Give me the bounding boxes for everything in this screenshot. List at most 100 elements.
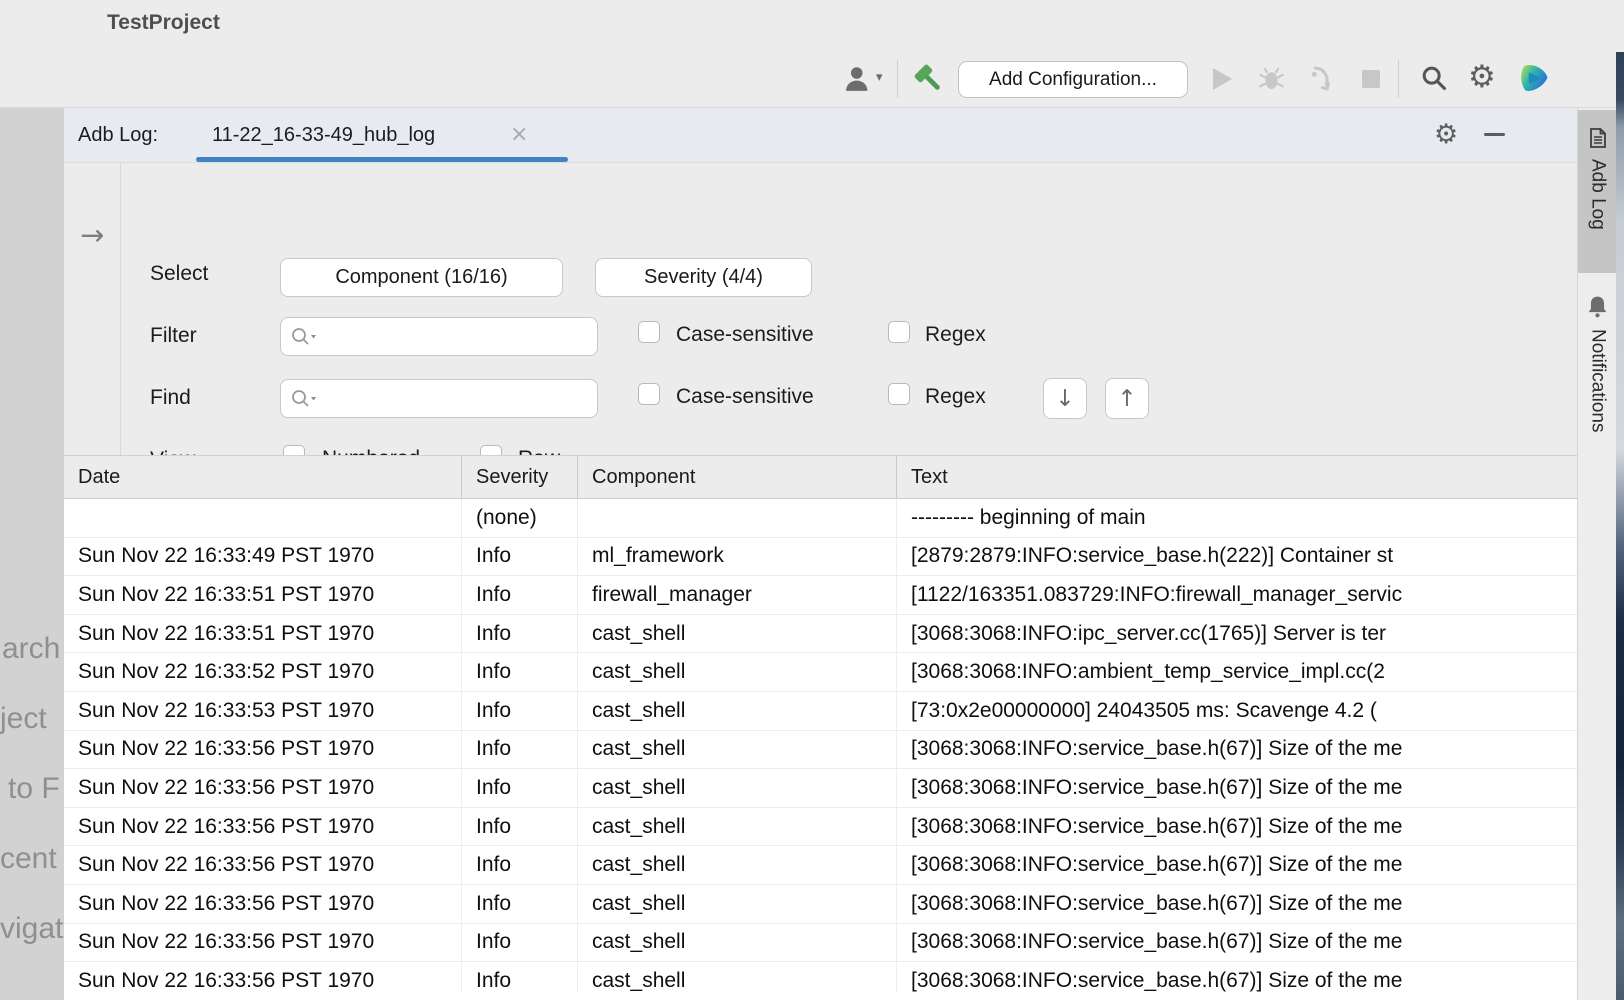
- log-severity-cell: Info: [462, 615, 578, 653]
- table-row[interactable]: Sun Nov 22 16:33:53 PST 1970 Info cast_s…: [64, 692, 1577, 731]
- log-file-tab[interactable]: 11-22_16-33-49_hub_log: [212, 108, 435, 163]
- log-date-cell: Sun Nov 22 16:33:56 PST 1970: [64, 885, 462, 923]
- table-row[interactable]: Sun Nov 22 16:33:56 PST 1970 Info cast_s…: [64, 924, 1577, 963]
- stop-icon[interactable]: [1362, 70, 1380, 88]
- column-header-severity[interactable]: Severity: [462, 456, 578, 498]
- log-component-cell: cast_shell: [578, 846, 897, 884]
- title-bar: TestProject ▾ Add Configuration...: [0, 0, 1624, 108]
- log-text-cell: [3068:3068:INFO:ipc_server.cc(1765)] Ser…: [897, 615, 1577, 653]
- log-date-cell: Sun Nov 22 16:33:56 PST 1970: [64, 731, 462, 769]
- gutter-divider: [120, 163, 121, 455]
- run-icon[interactable]: [1213, 68, 1232, 90]
- log-component-cell: cast_shell: [578, 885, 897, 923]
- log-severity-cell: Info: [462, 731, 578, 769]
- filter-case-sensitive-checkbox[interactable]: [638, 321, 660, 343]
- log-severity-cell: Info: [462, 538, 578, 576]
- column-header-text[interactable]: Text: [897, 456, 1577, 498]
- find-label: Find: [150, 386, 191, 410]
- filter-regex-label: Regex: [925, 323, 986, 347]
- find-previous-button[interactable]: ↑: [1105, 378, 1149, 419]
- desktop-wallpaper-sliver: [1616, 52, 1624, 1000]
- tab-close-icon[interactable]: ×: [510, 108, 528, 161]
- filter-regex-checkbox[interactable]: [888, 321, 910, 343]
- log-date-cell: [64, 499, 462, 537]
- background-text-fragment: cent: [0, 842, 57, 876]
- table-row[interactable]: Sun Nov 22 16:33:56 PST 1970 Info cast_s…: [64, 846, 1577, 885]
- log-date-cell: Sun Nov 22 16:33:49 PST 1970: [64, 538, 462, 576]
- search-icon[interactable]: [1419, 63, 1449, 93]
- component-filter-button[interactable]: Component (16/16): [280, 258, 563, 297]
- log-date-cell: Sun Nov 22 16:33:56 PST 1970: [64, 808, 462, 846]
- log-severity-cell: Info: [462, 962, 578, 992]
- log-component-cell: cast_shell: [578, 808, 897, 846]
- table-row[interactable]: Sun Nov 22 16:33:51 PST 1970 Info firewa…: [64, 576, 1577, 615]
- add-configuration-button[interactable]: Add Configuration...: [958, 61, 1188, 98]
- table-row[interactable]: Sun Nov 22 16:33:49 PST 1970 Info ml_fra…: [64, 538, 1577, 577]
- log-severity-cell: Info: [462, 653, 578, 691]
- background-text-fragment: vigat: [0, 912, 63, 946]
- log-text-cell: [3068:3068:INFO:service_base.h(67)] Size…: [897, 885, 1577, 923]
- background-text-fragment: to F: [8, 772, 60, 806]
- hide-tool-window-icon[interactable]: [1484, 133, 1505, 136]
- tool-window-title: Adb Log:: [78, 108, 158, 163]
- log-component-cell: [578, 499, 897, 537]
- log-table-body: (none) --------- beginning of main Sun N…: [64, 499, 1577, 992]
- search-magnifier-icon: [290, 388, 322, 410]
- log-severity-cell: Info: [462, 692, 578, 730]
- table-row[interactable]: Sun Nov 22 16:33:56 PST 1970 Info cast_s…: [64, 885, 1577, 924]
- settings-gear-icon[interactable]: ⚙: [1468, 62, 1496, 93]
- active-tab-underline: [196, 157, 568, 162]
- log-severity-cell: Info: [462, 846, 578, 884]
- profile-icon[interactable]: [842, 63, 874, 95]
- search-magnifier-icon: [290, 326, 322, 348]
- person-icon: [843, 64, 873, 94]
- log-component-cell: ml_framework: [578, 538, 897, 576]
- log-date-cell: Sun Nov 22 16:33:51 PST 1970: [64, 576, 462, 614]
- find-case-sensitive-label: Case-sensitive: [676, 385, 814, 409]
- filter-case-sensitive-label: Case-sensitive: [676, 323, 814, 347]
- column-header-component[interactable]: Component: [578, 456, 897, 498]
- log-text-cell: [3068:3068:INFO:ambient_temp_service_imp…: [897, 653, 1577, 691]
- build-hammer-icon[interactable]: [910, 60, 948, 98]
- table-row[interactable]: Sun Nov 22 16:33:51 PST 1970 Info cast_s…: [64, 615, 1577, 654]
- stripe-tab-adb-log[interactable]: Adb Log: [1578, 110, 1617, 273]
- filter-input[interactable]: [325, 319, 591, 354]
- find-regex-checkbox[interactable]: [888, 383, 910, 405]
- filter-panel: → Select Component (16/16) Severity (4/4…: [64, 163, 1577, 455]
- table-row[interactable]: Sun Nov 22 16:33:56 PST 1970 Info cast_s…: [64, 808, 1577, 847]
- log-text-cell: [1122/163351.083729:INFO:firewall_manage…: [897, 576, 1577, 614]
- tool-window-header: Adb Log: 11-22_16-33-49_hub_log × ⚙: [64, 108, 1577, 163]
- background-window-strip: arch ject to F cent vigat: [0, 108, 64, 1000]
- severity-filter-button[interactable]: Severity (4/4): [595, 258, 812, 297]
- table-row[interactable]: Sun Nov 22 16:33:56 PST 1970 Info cast_s…: [64, 769, 1577, 808]
- table-row[interactable]: (none) --------- beginning of main: [64, 499, 1577, 538]
- stripe-tab-notifications[interactable]: Notifications: [1578, 292, 1617, 582]
- window-title: TestProject: [107, 11, 220, 35]
- debug-bug-icon[interactable]: [1257, 64, 1285, 94]
- log-text-cell: [3068:3068:INFO:service_base.h(67)] Size…: [897, 769, 1577, 807]
- log-text-cell: [3068:3068:INFO:service_base.h(67)] Size…: [897, 924, 1577, 962]
- find-input[interactable]: [325, 381, 591, 416]
- stripe-tab-notifications-label: Notifications: [1587, 329, 1609, 433]
- table-row[interactable]: Sun Nov 22 16:33:52 PST 1970 Info cast_s…: [64, 653, 1577, 692]
- log-component-cell: cast_shell: [578, 731, 897, 769]
- table-row[interactable]: Sun Nov 22 16:33:56 PST 1970 Info cast_s…: [64, 731, 1577, 770]
- log-text-cell: [3068:3068:INFO:service_base.h(67)] Size…: [897, 962, 1577, 992]
- toolbar-divider: [897, 60, 898, 98]
- attach-debugger-icon[interactable]: [1306, 63, 1336, 95]
- find-case-sensitive-checkbox[interactable]: [638, 383, 660, 405]
- log-text-cell: [3068:3068:INFO:service_base.h(67)] Size…: [897, 846, 1577, 884]
- column-header-date[interactable]: Date: [64, 456, 462, 498]
- log-date-cell: Sun Nov 22 16:33:53 PST 1970: [64, 692, 462, 730]
- find-next-button[interactable]: ↓: [1043, 378, 1087, 419]
- table-row[interactable]: Sun Nov 22 16:33:56 PST 1970 Info cast_s…: [64, 962, 1577, 992]
- filter-label: Filter: [150, 324, 197, 348]
- expand-arrow-icon[interactable]: →: [80, 221, 104, 250]
- log-text-cell: [2879:2879:INFO:service_base.h(222)] Con…: [897, 538, 1577, 576]
- log-severity-cell: Info: [462, 885, 578, 923]
- profile-dropdown-caret[interactable]: ▾: [876, 70, 883, 85]
- log-date-cell: Sun Nov 22 16:33:56 PST 1970: [64, 769, 462, 807]
- ide-logo-icon[interactable]: [1517, 61, 1551, 95]
- log-text-cell: [73:0x2e00000000] 24043505 ms: Scavenge …: [897, 692, 1577, 730]
- tool-window-gear-icon[interactable]: ⚙: [1434, 121, 1458, 148]
